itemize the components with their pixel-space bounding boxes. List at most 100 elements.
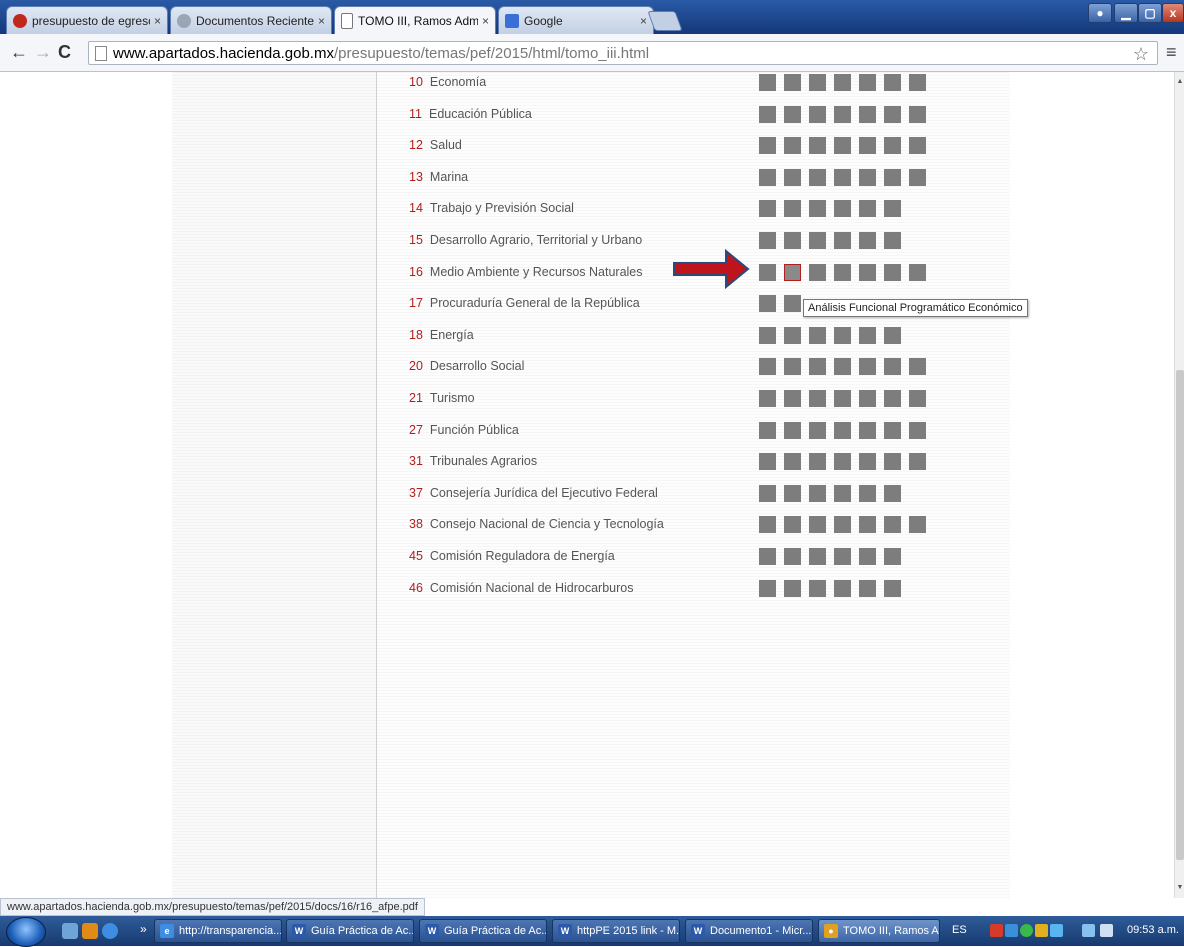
document-link-square[interactable]: [809, 232, 826, 249]
document-link-square[interactable]: [834, 358, 851, 375]
document-link-square[interactable]: [909, 106, 926, 123]
document-link-square[interactable]: [884, 516, 901, 533]
window-close-button[interactable]: x: [1162, 3, 1184, 23]
tab-tomo-iii[interactable]: TOMO III, Ramos Adminis ×: [334, 6, 496, 35]
taskbar-item[interactable]: WhttpPE 2015 link - M...: [552, 919, 680, 943]
reload-icon[interactable]: C: [58, 43, 71, 61]
document-link-square[interactable]: [884, 106, 901, 123]
overflow-chevron-icon[interactable]: »: [140, 922, 147, 936]
document-link-square[interactable]: [859, 390, 876, 407]
document-link-square[interactable]: [884, 200, 901, 217]
document-link-square[interactable]: [884, 327, 901, 344]
document-link-square[interactable]: [759, 264, 776, 281]
document-link-square[interactable]: [859, 453, 876, 470]
document-link-square[interactable]: [759, 327, 776, 344]
document-link-square[interactable]: [784, 390, 801, 407]
document-link-square[interactable]: [834, 106, 851, 123]
vertical-scrollbar[interactable]: ▲ ▼: [1174, 72, 1184, 898]
show-desktop-icon[interactable]: [62, 923, 78, 939]
document-link-square[interactable]: [834, 74, 851, 91]
start-button[interactable]: [6, 917, 46, 947]
document-link-square[interactable]: [909, 264, 926, 281]
menu-icon[interactable]: ≡: [1166, 42, 1177, 63]
document-link-square[interactable]: [909, 74, 926, 91]
document-link-square[interactable]: [834, 169, 851, 186]
new-tab-button[interactable]: [647, 11, 683, 31]
minimize-button[interactable]: ▁: [1114, 3, 1138, 23]
document-link-square[interactable]: [784, 295, 801, 312]
profile-button[interactable]: ●: [1088, 3, 1112, 23]
document-link-square[interactable]: [884, 485, 901, 502]
document-link-square[interactable]: [909, 453, 926, 470]
maximize-button[interactable]: ▢: [1138, 3, 1162, 23]
document-link-square[interactable]: [909, 422, 926, 439]
taskbar-item[interactable]: W Guía Práctica de Ac...: [419, 919, 547, 943]
document-link-square[interactable]: [859, 200, 876, 217]
tab-close-icon[interactable]: ×: [154, 14, 161, 28]
document-link-square[interactable]: [834, 200, 851, 217]
document-link-square[interactable]: [759, 453, 776, 470]
document-link-square[interactable]: [884, 548, 901, 565]
document-link-square[interactable]: [784, 169, 801, 186]
document-link-square[interactable]: [809, 169, 826, 186]
taskbar-item[interactable]: W Documento1 - Micr...: [685, 919, 813, 943]
document-link-square[interactable]: [859, 422, 876, 439]
document-link-square[interactable]: [759, 548, 776, 565]
taskbar-item[interactable]: e http://transparencia...: [154, 919, 282, 943]
document-link-square[interactable]: [859, 516, 876, 533]
document-link-square[interactable]: [784, 516, 801, 533]
document-link-square[interactable]: [759, 580, 776, 597]
document-link-square[interactable]: [759, 74, 776, 91]
document-link-square[interactable]: [809, 516, 826, 533]
document-link-square[interactable]: [759, 422, 776, 439]
document-link-square[interactable]: [884, 358, 901, 375]
document-link-square[interactable]: [834, 232, 851, 249]
document-link-square[interactable]: [859, 327, 876, 344]
document-link-square[interactable]: [859, 580, 876, 597]
volume-icon[interactable]: [1100, 924, 1113, 937]
document-link-square[interactable]: [834, 485, 851, 502]
document-link-square[interactable]: [759, 516, 776, 533]
document-link-square[interactable]: [884, 580, 901, 597]
document-link-square[interactable]: [909, 169, 926, 186]
document-link-square[interactable]: [759, 390, 776, 407]
document-link-square[interactable]: [759, 137, 776, 154]
document-link-square[interactable]: [834, 453, 851, 470]
document-link-square[interactable]: [859, 548, 876, 565]
tab-presupuesto[interactable]: presupuesto de egresos de ×: [6, 6, 168, 34]
forward-icon[interactable]: →: [34, 43, 52, 61]
document-link-square[interactable]: [784, 453, 801, 470]
document-link-square[interactable]: [784, 264, 801, 281]
tab-documentos[interactable]: Documentos Recientes PE ×: [170, 6, 332, 34]
document-link-square[interactable]: [784, 106, 801, 123]
document-link-square[interactable]: [784, 485, 801, 502]
document-link-square[interactable]: [759, 106, 776, 123]
document-link-square[interactable]: [809, 580, 826, 597]
document-link-square[interactable]: [809, 327, 826, 344]
document-link-square[interactable]: [859, 137, 876, 154]
document-link-square[interactable]: [859, 106, 876, 123]
document-link-square[interactable]: [859, 485, 876, 502]
network-icon[interactable]: [1082, 924, 1095, 937]
document-link-square[interactable]: [834, 327, 851, 344]
document-link-square[interactable]: [884, 422, 901, 439]
document-link-square[interactable]: [759, 295, 776, 312]
document-link-square[interactable]: [809, 453, 826, 470]
document-link-square[interactable]: [909, 358, 926, 375]
document-link-square[interactable]: [859, 358, 876, 375]
scroll-thumb[interactable]: [1176, 370, 1184, 860]
scroll-up-icon[interactable]: ▲: [1175, 78, 1184, 85]
document-link-square[interactable]: [784, 580, 801, 597]
document-link-square[interactable]: [784, 232, 801, 249]
document-link-square[interactable]: [809, 422, 826, 439]
clock[interactable]: 09:53 a.m.: [1127, 924, 1179, 936]
document-link-square[interactable]: [834, 264, 851, 281]
document-link-square[interactable]: [759, 200, 776, 217]
document-link-square[interactable]: [784, 548, 801, 565]
document-link-square[interactable]: [834, 422, 851, 439]
tray-icon[interactable]: [1020, 924, 1033, 937]
document-link-square[interactable]: [859, 74, 876, 91]
document-link-square[interactable]: [834, 548, 851, 565]
document-link-square[interactable]: [784, 327, 801, 344]
document-link-square[interactable]: [834, 137, 851, 154]
